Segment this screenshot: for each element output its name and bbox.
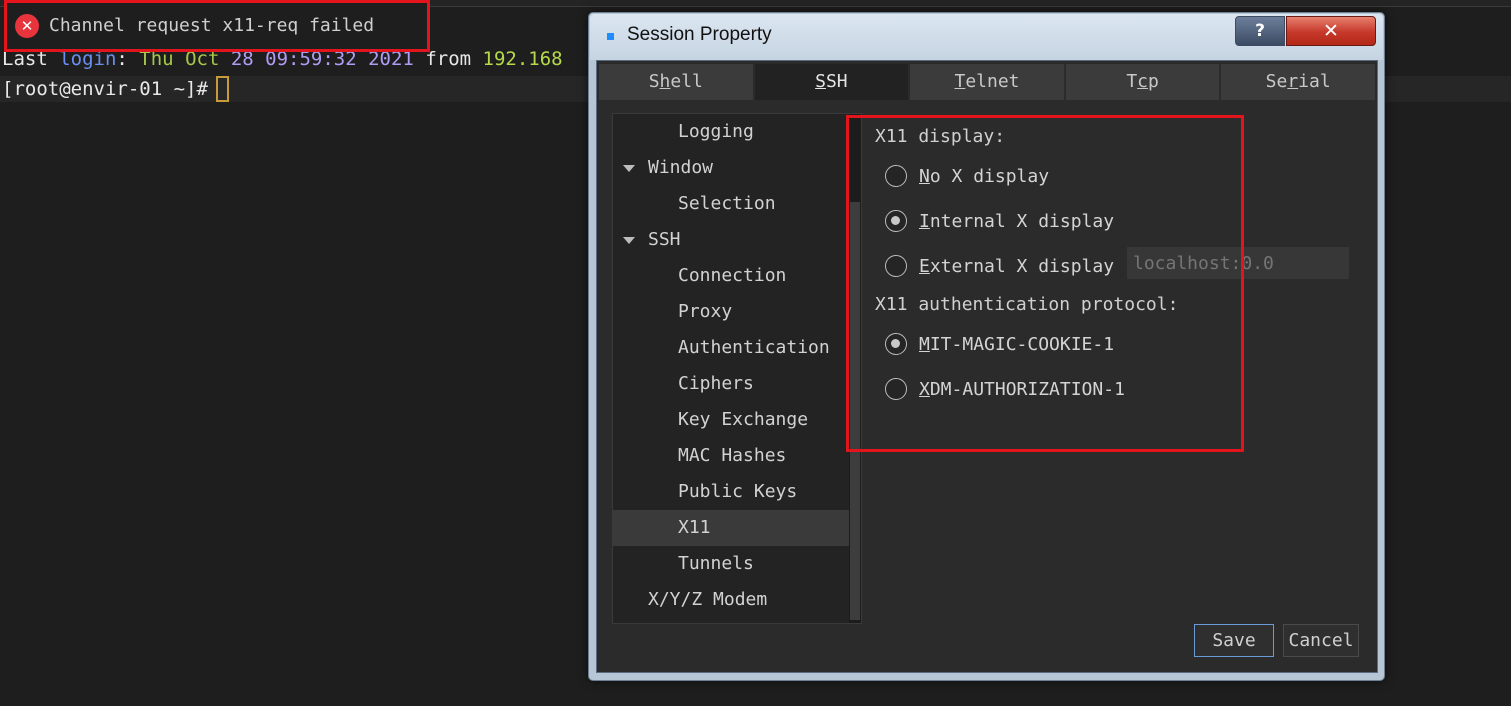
radio-button[interactable] bbox=[885, 378, 907, 400]
external-display-host-input[interactable] bbox=[1127, 247, 1349, 279]
shell-prompt-line[interactable]: [root@envir-01 ~]# bbox=[2, 76, 229, 102]
tree-scrollbar[interactable] bbox=[849, 114, 861, 623]
tree-item-x11[interactable]: X11 bbox=[613, 510, 849, 546]
tab-shell[interactable]: Shell bbox=[599, 64, 753, 100]
tree-item-proxy[interactable]: Proxy bbox=[613, 294, 849, 330]
radio-button[interactable] bbox=[885, 165, 907, 187]
radio-button-selected[interactable] bbox=[885, 210, 907, 232]
tab-ssh[interactable]: SSH bbox=[754, 64, 909, 100]
tree-item-ssh[interactable]: SSH bbox=[613, 222, 849, 258]
settings-tree: Logging Window Selection SSH Connection … bbox=[612, 113, 862, 624]
radio-external-x-display[interactable]: External X display bbox=[885, 252, 1114, 280]
tab-bar: Shell SSH Telnet Tcp Serial bbox=[599, 64, 1375, 100]
app-icon bbox=[607, 33, 614, 40]
dialog-title: Session Property bbox=[627, 24, 772, 45]
tree-item-logging[interactable]: Logging bbox=[613, 114, 849, 150]
tree-scrollbar-thumb[interactable] bbox=[850, 202, 860, 620]
radio-mit-magic-cookie[interactable]: MIT-MAGIC-COOKIE-1 bbox=[885, 330, 1114, 358]
error-icon: ✕ bbox=[15, 14, 39, 38]
tree-item-tunnels[interactable]: Tunnels bbox=[613, 546, 849, 582]
tree-item-mac-hashes[interactable]: MAC Hashes bbox=[613, 438, 849, 474]
chevron-down-icon[interactable] bbox=[623, 237, 635, 244]
tree-item-selection[interactable]: Selection bbox=[613, 186, 849, 222]
close-button[interactable]: ✕ bbox=[1286, 16, 1376, 46]
error-notification: ✕ Channel request x11-req failed bbox=[4, 0, 430, 52]
tree-item-ciphers[interactable]: Ciphers bbox=[613, 366, 849, 402]
cancel-button[interactable]: Cancel bbox=[1283, 624, 1359, 657]
radio-xdm-authorization[interactable]: XDM-AUTHORIZATION-1 bbox=[885, 375, 1125, 403]
tree-item-window[interactable]: Window bbox=[613, 150, 849, 186]
radio-button-selected[interactable] bbox=[885, 333, 907, 355]
radio-no-x-display[interactable]: No X display bbox=[885, 162, 1049, 190]
tab-tcp[interactable]: Tcp bbox=[1065, 64, 1220, 100]
chevron-down-icon[interactable] bbox=[623, 165, 635, 172]
tree-item-xyz-modem[interactable]: X/Y/Z Modem bbox=[613, 582, 849, 618]
dialog-body: Shell SSH Telnet Tcp Serial Logging Wind… bbox=[596, 60, 1378, 673]
error-message: Channel request x11-req failed bbox=[49, 15, 375, 36]
session-property-dialog: Session Property ? ✕ Shell SSH Telnet Tc… bbox=[588, 12, 1385, 681]
x11-auth-protocol-label: X11 authentication protocol: bbox=[875, 294, 1179, 315]
x11-settings-panel: X11 display: No X display Internal X dis… bbox=[875, 113, 1365, 513]
tab-telnet[interactable]: Telnet bbox=[910, 64, 1064, 100]
shell-prompt: [root@envir-01 ~]# bbox=[2, 78, 208, 100]
radio-button[interactable] bbox=[885, 255, 907, 277]
tree-item-key-exchange[interactable]: Key Exchange bbox=[613, 402, 849, 438]
save-button[interactable]: Save bbox=[1194, 624, 1274, 657]
tab-serial[interactable]: Serial bbox=[1221, 64, 1375, 100]
tree-item-authentication[interactable]: Authentication bbox=[613, 330, 849, 366]
tree-item-public-keys[interactable]: Public Keys bbox=[613, 474, 849, 510]
radio-internal-x-display[interactable]: Internal X display bbox=[885, 207, 1114, 235]
tree-item-connection[interactable]: Connection bbox=[613, 258, 849, 294]
terminal-cursor bbox=[215, 76, 229, 102]
x11-display-label: X11 display: bbox=[875, 126, 1006, 147]
help-button[interactable]: ? bbox=[1235, 16, 1285, 46]
